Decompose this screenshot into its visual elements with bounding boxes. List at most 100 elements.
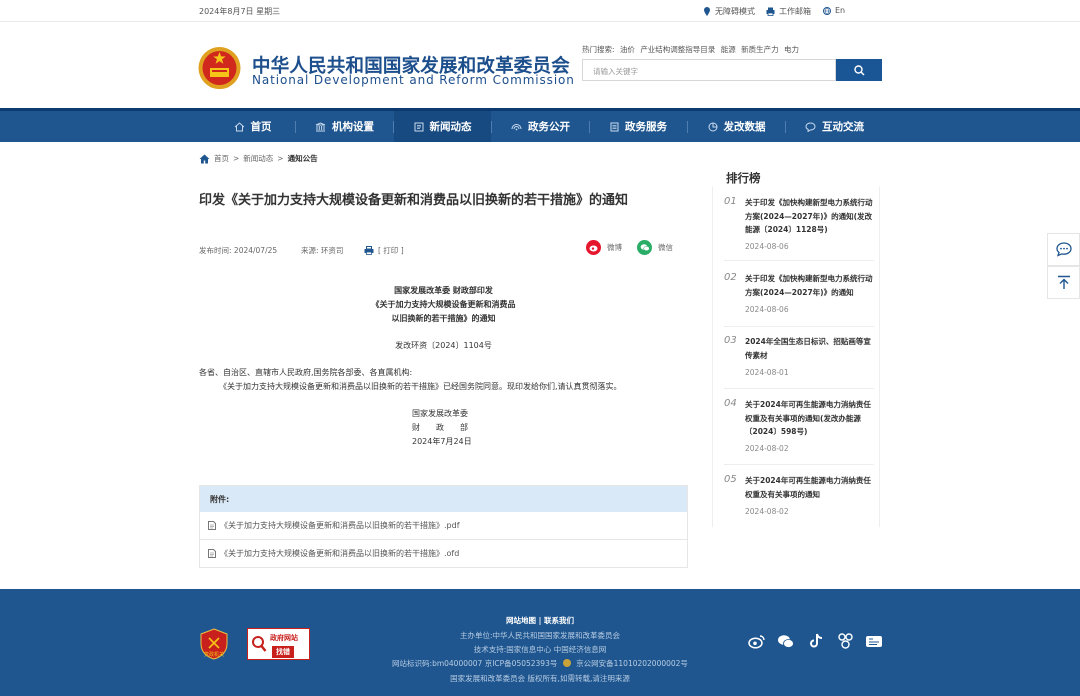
top-bar: 2024年8月7日 星期三 无障碍模式 工作邮箱 En (0, 0, 1080, 22)
share-wechat-button[interactable]: 微信 (637, 240, 673, 255)
current-date: 2024年8月7日 星期三 (199, 7, 281, 16)
magnifier-icon (252, 636, 267, 652)
accessible-mode-label: 无障碍模式 (715, 7, 755, 16)
search-button[interactable] (836, 59, 882, 81)
accessible-mode-link[interactable]: 无障碍模式 (703, 6, 755, 17)
ranking-item-date: 2024-08-02 (745, 444, 789, 453)
article-source: 来源: 环资司 (301, 245, 343, 256)
wechat-icon (637, 240, 652, 255)
work-portal-label: 工作邮箱 (779, 7, 811, 16)
hot-search-item[interactable]: 能源 (721, 45, 736, 54)
signature-date: 2024年7月24日 (412, 437, 472, 446)
ranking-number: 03 (724, 335, 737, 346)
ranking-number: 05 (724, 474, 737, 485)
ranking-number: 02 (724, 272, 737, 283)
globe-icon (823, 6, 831, 15)
home-icon (234, 121, 244, 131)
publish-date: 发布时间: 2024/07/25 (199, 245, 277, 256)
footer-links[interactable]: 网站地图 | 联系我们 (0, 615, 1080, 626)
doc-title-line-1: 《关于加力支持大规模设备更新和消费品 (371, 300, 516, 309)
ranking-title: 排行榜 (726, 171, 761, 185)
site-title-en: National Development and Reform Commissi… (252, 73, 575, 87)
ranking-divider (724, 388, 874, 389)
breadcrumb-news[interactable]: 新闻动态 (243, 153, 273, 164)
douyin-icon[interactable] (806, 631, 826, 651)
nav-item-home[interactable]: 首页 (210, 111, 295, 142)
breadcrumb-separator: > (233, 154, 240, 163)
publish-date-value: 2024/07/25 (233, 246, 278, 255)
article-paragraph: 《关于加力支持大规模设备更新和消费品以旧换新的若干措施》已经国务院同意。现印发给… (219, 382, 622, 391)
attachment-link[interactable]: 《关于加力支持大规模设备更新和消费品以旧换新的若干措施》.pdf (200, 512, 687, 540)
ranking-item-title: 关于印发《加快构建新型电力系统行动方案(2024—2027年)》的通知(发改能源… (745, 198, 873, 234)
site-footer: 网站地图 | 联系我们 主办单位:中华人民共和国国家发展和改革委员会 技术支持:… (0, 589, 1080, 696)
nav-item-gov-affairs[interactable]: 政务公开 (492, 111, 589, 142)
party-gov-badge[interactable]: 党政机关 (199, 628, 229, 660)
nav-item-services[interactable]: 政务服务 (590, 111, 687, 142)
hot-search-label: 热门搜索: (582, 45, 615, 54)
file-icon (208, 521, 216, 530)
attachment-link[interactable]: 《关于加力支持大规模设备更新和消费品以旧换新的若干措施》.ofd (200, 540, 687, 568)
footer-copyright: 国家发展和改革委员会 版权所有,如需转载,请注明来源 (450, 674, 630, 683)
feedback-button[interactable] (1047, 233, 1080, 266)
file-icon (208, 549, 216, 558)
ranking-item-title: 关于2024年可再生能源电力消纳责任权重及有关事项的通知(发改办能源〔2024〕… (745, 400, 871, 436)
search-input[interactable]: 请输入关键字 (582, 59, 836, 81)
gov-site-error-badge[interactable]: 政府网站 找错 (247, 628, 310, 660)
attachments-label: 附件: (200, 486, 687, 512)
arrow-up-icon (1057, 275, 1070, 289)
share-weibo-button[interactable]: 微博 (586, 240, 622, 255)
back-to-top-button[interactable] (1047, 266, 1080, 299)
home-icon (199, 154, 210, 163)
hot-search: 热门搜索: 油价 产业结构调整指导目录 能源 新质生产力 电力 (582, 44, 802, 55)
nav-label: 首页 (250, 121, 272, 133)
hot-search-item[interactable]: 油价 (620, 45, 635, 54)
ranking-item-title: 关于印发《加快构建新型电力系统行动方案(2024—2027年)》的通知 (745, 274, 873, 297)
english-link[interactable]: En (823, 6, 845, 15)
app-link-icon[interactable] (835, 631, 855, 651)
ranking-item-date: 2024-08-06 (745, 242, 789, 251)
ranking-divider (724, 260, 874, 261)
hot-search-item[interactable]: 电力 (784, 45, 799, 54)
ranking-item-title: 2024年全国生态日标识、招贴画等宣传素材 (745, 337, 871, 360)
weibo-icon[interactable] (746, 631, 766, 651)
nav-item-organization[interactable]: 机构设置 (296, 111, 393, 142)
printer-icon (364, 246, 374, 255)
ranking-item-date: 2024-08-06 (745, 305, 789, 314)
site-header: 中华人民共和国国家发展和改革委员会 National Development a… (0, 22, 1080, 108)
nav-item-data[interactable]: 发改数据 (688, 111, 785, 142)
share-weibo-label: 微博 (607, 243, 622, 252)
broadcast-icon (511, 123, 522, 130)
footer-support: 技术支持:国家信息中心 中国经济信息网 (473, 645, 607, 654)
ranking-item-date: 2024-08-01 (745, 368, 789, 377)
police-badge-icon (562, 659, 571, 667)
building-icon (315, 121, 326, 131)
gov-badge-label-2: 找错 (272, 646, 294, 658)
ranking-divider (724, 326, 874, 327)
footer-police[interactable]: 京公网安备11010202000002号 (576, 659, 688, 668)
national-emblem-logo[interactable] (197, 46, 242, 92)
chart-pie-icon (708, 122, 717, 131)
breadcrumb-current: 通知公告 (287, 154, 318, 163)
footer-icp[interactable]: 网站标识码:bm04000007 京ICP备05052393号 (392, 659, 557, 668)
hot-search-item[interactable]: 新质生产力 (741, 45, 779, 54)
nav-label: 政务服务 (625, 121, 667, 133)
share-wechat-label: 微信 (658, 243, 673, 252)
chat-icon (805, 121, 816, 132)
chat-icon (1055, 242, 1072, 257)
footer-sponsor: 主办单位:中华人民共和国国家发展和改革委员会 (459, 631, 621, 640)
ranking-item-date: 2024-08-02 (745, 507, 789, 516)
news-client-icon[interactable] (864, 631, 884, 651)
work-portal-link[interactable]: 工作邮箱 (766, 6, 811, 17)
nav-label: 机构设置 (332, 121, 374, 133)
nav-item-news[interactable]: 新闻动态 (394, 111, 491, 142)
breadcrumb-home[interactable]: 首页 (214, 153, 229, 164)
english-label: En (835, 6, 846, 15)
source-label: 来源: (301, 246, 319, 255)
party-badge-label: 党政机关 (203, 652, 224, 658)
hot-search-item[interactable]: 产业结构调整指导目录 (640, 45, 715, 54)
attachment-name: 《关于加力支持大规模设备更新和消费品以旧换新的若干措施》.ofd (220, 549, 460, 558)
attachment-name: 《关于加力支持大规模设备更新和消费品以旧换新的若干措施》.pdf (220, 521, 460, 530)
print-button[interactable]: [ 打印 ] (364, 245, 404, 256)
wechat-icon[interactable] (776, 631, 796, 651)
nav-item-interaction[interactable]: 互动交流 (786, 111, 883, 142)
